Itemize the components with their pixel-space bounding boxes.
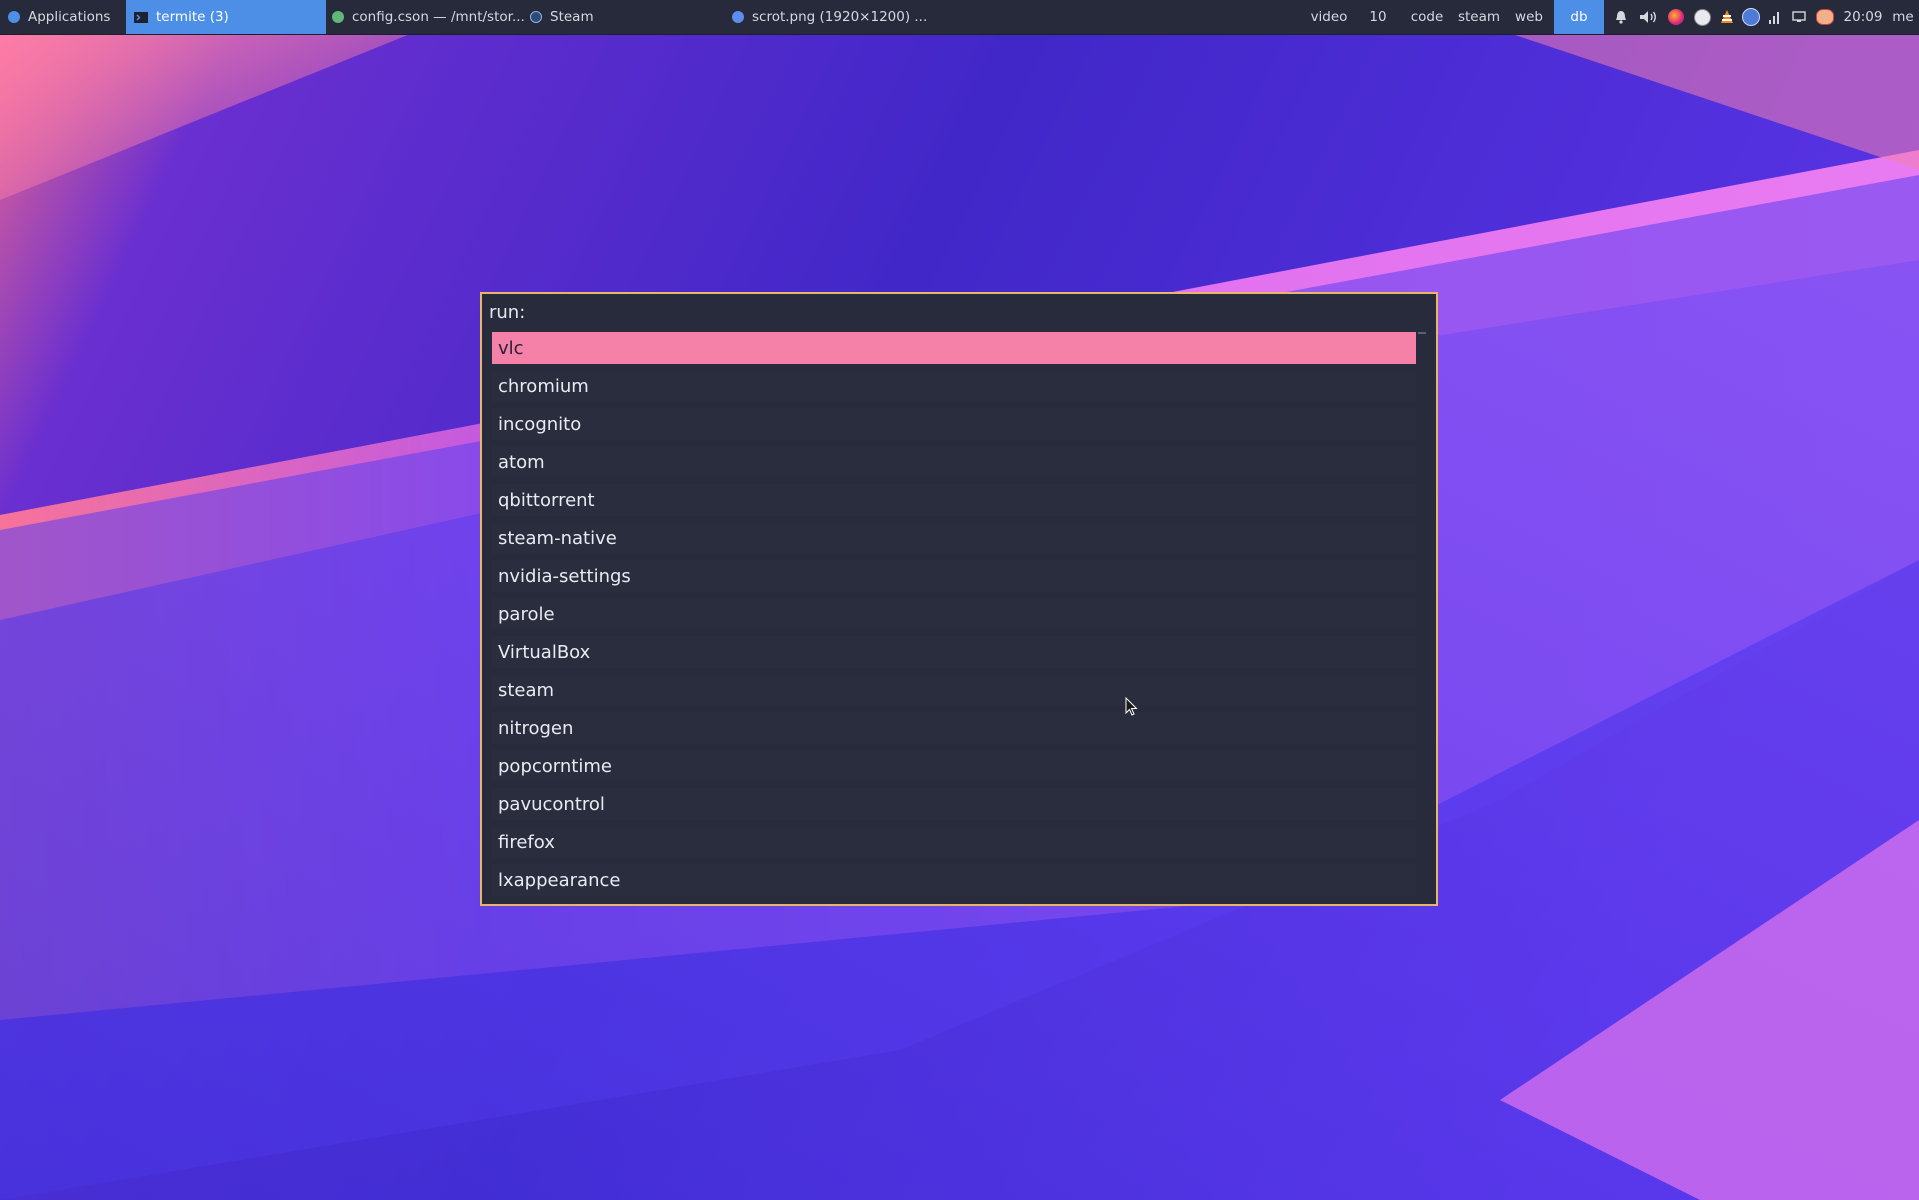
steam-icon[interactable] (1690, 0, 1714, 34)
user-menu[interactable]: me (1888, 0, 1918, 34)
taskbar-window-termite[interactable]: termite (3) (126, 0, 326, 34)
run-prompt[interactable]: run: (489, 302, 525, 323)
list-item-firefox[interactable]: firefox (492, 826, 1416, 858)
bell-icon[interactable] (1610, 0, 1632, 34)
applications-label: Applications (28, 9, 111, 25)
steam-icon (530, 11, 542, 23)
firefox-icon[interactable] (1664, 0, 1688, 34)
list-item-lxappearance[interactable]: lxappearance (492, 864, 1416, 896)
list-item-label: atom (498, 451, 545, 473)
list-item-label: nitrogen (498, 717, 574, 739)
terminal-icon (134, 11, 148, 23)
list-item-incognito[interactable]: incognito (492, 408, 1416, 440)
user-label: me (1892, 9, 1914, 25)
taskbar-window-steam[interactable]: Steam (530, 0, 730, 34)
workspace-video[interactable]: video (1304, 0, 1354, 34)
volume-icon[interactable] (1636, 0, 1662, 34)
qbittorrent-icon[interactable] (1740, 0, 1762, 34)
mouse-cursor-icon (1125, 697, 1138, 716)
list-item-chromium[interactable]: chromium (492, 370, 1416, 402)
taskbar-window-label: config.cson — /mnt/stor... (352, 9, 525, 25)
list-item-vlc[interactable]: vlc (492, 332, 1416, 364)
list-item-label: VirtualBox (498, 641, 591, 663)
list-item-parole[interactable]: parole (492, 598, 1416, 630)
list-item-atom[interactable]: atom (492, 446, 1416, 478)
taskbar-window-label: scrot.png (1920×1200) ... (752, 9, 928, 25)
taskbar-window-label: termite (3) (156, 9, 229, 25)
list-item-virtualbox[interactable]: VirtualBox (492, 636, 1416, 668)
applications-menu-button[interactable]: Applications (8, 0, 120, 34)
workspace-label: code (1410, 9, 1444, 25)
top-panel: Applications termite (3) config.cson — /… (0, 0, 1919, 35)
list-item-label: qbittorrent (498, 489, 595, 511)
workspace-web[interactable]: web (1504, 0, 1554, 34)
taskbar-window-chromium[interactable]: scrot.png (1920×1200) ... (732, 0, 932, 34)
list-item-steam[interactable]: steam (492, 674, 1416, 706)
prompt-label: run: (489, 302, 526, 323)
taskbar-window-label: Steam (550, 9, 594, 25)
applications-icon (8, 11, 20, 23)
workspace-code[interactable]: code (1402, 0, 1452, 34)
list-item-label: firefox (498, 831, 555, 853)
clock[interactable]: 20:09 (1840, 0, 1886, 34)
list-item-label: parole (498, 603, 555, 625)
command-list: vlc chromium incognito atom qbittorrent … (492, 332, 1416, 902)
popcorntime-icon[interactable] (1812, 0, 1838, 34)
workspace-10[interactable]: 10 (1356, 0, 1400, 34)
taskbar-window-atom[interactable]: config.cson — /mnt/stor... (332, 0, 528, 34)
workspace-label: steam (1457, 9, 1501, 25)
workspace-label: web (1515, 9, 1543, 25)
list-item-pavucontrol[interactable]: pavucontrol (492, 788, 1416, 820)
list-item-label: incognito (498, 413, 582, 435)
run-dialog: run: vlc chromium incognito atom qbittor… (480, 292, 1438, 906)
list-item-popcorntime[interactable]: popcorntime (492, 750, 1416, 782)
scrollbar[interactable] (1418, 332, 1426, 334)
list-item-label: nvidia-settings (498, 565, 631, 587)
chromium-icon (732, 11, 744, 23)
list-item-label: vlc (498, 337, 524, 359)
workspace-steam[interactable]: steam (1454, 0, 1504, 34)
list-item-qbittorrent[interactable]: qbittorrent (492, 484, 1416, 516)
display-icon[interactable] (1788, 0, 1810, 34)
workspace-label: video (1310, 9, 1348, 25)
atom-icon (332, 11, 344, 23)
vlc-icon[interactable] (1716, 0, 1738, 34)
network-icon[interactable] (1764, 0, 1786, 34)
list-item-label: popcorntime (498, 755, 612, 777)
list-item-label: chromium (498, 375, 589, 397)
list-item-label: steam (498, 679, 555, 701)
list-item-nitrogen[interactable]: nitrogen (492, 712, 1416, 744)
list-item-steam-native[interactable]: steam-native (492, 522, 1416, 554)
workspace-label: 10 (1369, 9, 1387, 25)
list-item-label: lxappearance (498, 869, 621, 891)
clock-label: 20:09 (1843, 9, 1883, 25)
list-item-label: pavucontrol (498, 793, 605, 815)
list-item-nvidia-settings[interactable]: nvidia-settings (492, 560, 1416, 592)
workspace-label: db (1570, 9, 1588, 25)
workspace-db[interactable]: db (1554, 0, 1604, 34)
list-item-label: steam-native (498, 527, 617, 549)
